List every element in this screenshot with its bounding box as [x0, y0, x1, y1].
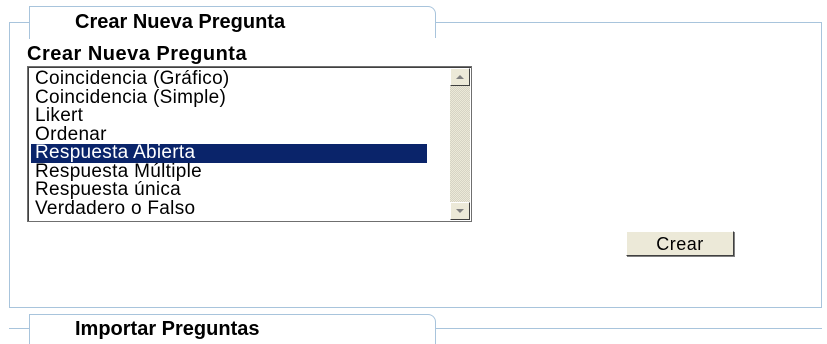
listbox-scrollbar[interactable] — [450, 68, 470, 220]
question-type-options: Coincidencia (Gráfico) Coincidencia (Sim… — [31, 69, 427, 219]
option-coincidencia-grafico[interactable]: Coincidencia (Gráfico) — [31, 69, 427, 89]
arrow-down-icon — [456, 209, 464, 213]
question-type-listbox[interactable]: Coincidencia (Gráfico) Coincidencia (Sim… — [27, 66, 472, 222]
option-respuesta-abierta[interactable]: Respuesta Abierta — [31, 143, 427, 163]
scroll-up-button[interactable] — [450, 68, 470, 86]
arrow-up-icon — [456, 75, 464, 79]
option-likert[interactable]: Likert — [31, 106, 427, 126]
panel-tab-title: Crear Nueva Pregunta — [29, 6, 436, 39]
question-type-label: Crear Nueva Pregunta — [27, 43, 248, 65]
create-button[interactable]: Crear — [626, 231, 734, 256]
import-panel-border-left — [9, 328, 29, 329]
option-coincidencia-simple[interactable]: Coincidencia (Simple) — [31, 88, 427, 108]
import-panel-border-right — [436, 328, 822, 329]
scroll-down-button[interactable] — [450, 202, 470, 220]
option-respuesta-unica[interactable]: Respuesta única — [31, 180, 427, 200]
import-panel-tab-title: Importar Preguntas — [29, 314, 436, 344]
option-verdadero-falso[interactable]: Verdadero o Falso — [31, 199, 427, 219]
